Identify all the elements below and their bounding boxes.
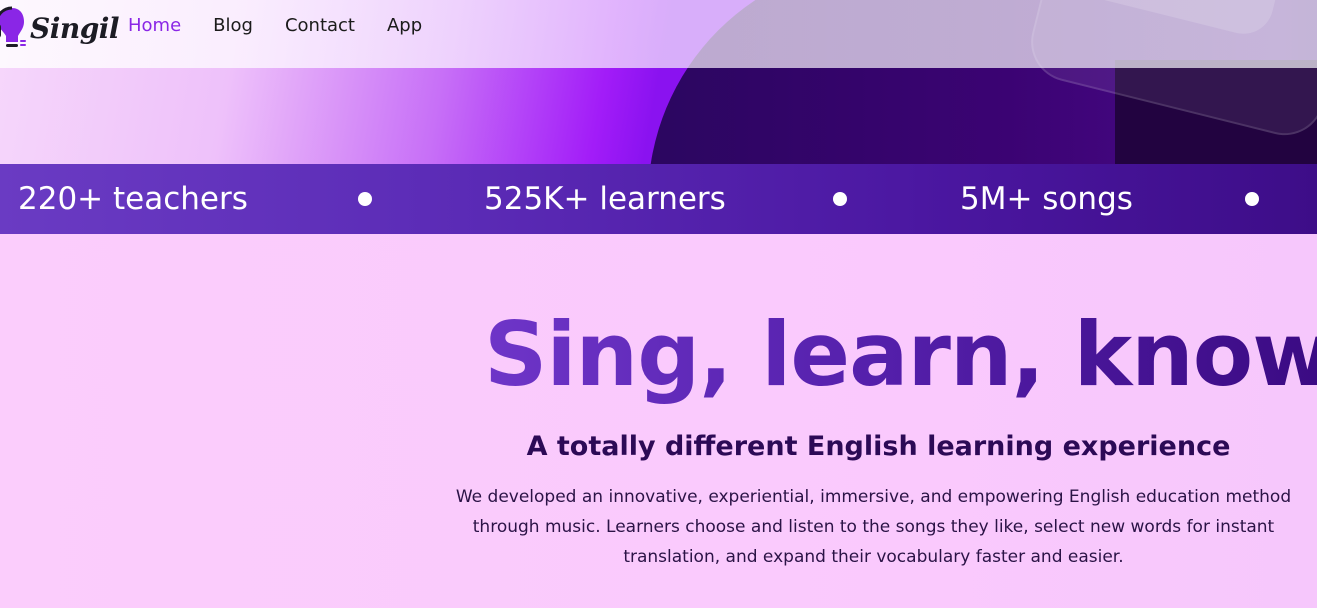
main-nav: Home Blog Contact App — [128, 14, 422, 38]
separator-dot — [833, 192, 847, 206]
site-header: Singil Home Blog Contact App — [0, 0, 1317, 68]
brand-logo[interactable]: Singil — [0, 6, 120, 50]
hero-description: We developed an innovative, experiential… — [455, 487, 1292, 567]
hero-headline: Sing, learn, know — [484, 300, 1317, 410]
hero-subheadline-text: A totally different English learning exp… — [526, 431, 1231, 462]
lightbulb-headphones-icon — [0, 6, 26, 47]
hero-subheadline: A totally different English learning exp… — [0, 430, 1317, 464]
nav-item-contact[interactable]: Contact — [285, 14, 355, 38]
nav-item-app[interactable]: App — [387, 14, 422, 38]
stat-songs: 5M+ songs — [960, 181, 1133, 217]
brand-name: Singil — [30, 11, 120, 45]
stat-learners: 525K+ learners — [484, 181, 726, 217]
separator-dot — [1245, 192, 1259, 206]
stats-strip: 220+ teachers 525K+ learners 5M+ songs — [0, 164, 1317, 234]
nav-item-blog[interactable]: Blog — [213, 14, 253, 38]
separator-dot — [358, 192, 372, 206]
stat-teachers: 220+ teachers — [18, 181, 248, 217]
nav-item-home[interactable]: Home — [128, 14, 181, 38]
